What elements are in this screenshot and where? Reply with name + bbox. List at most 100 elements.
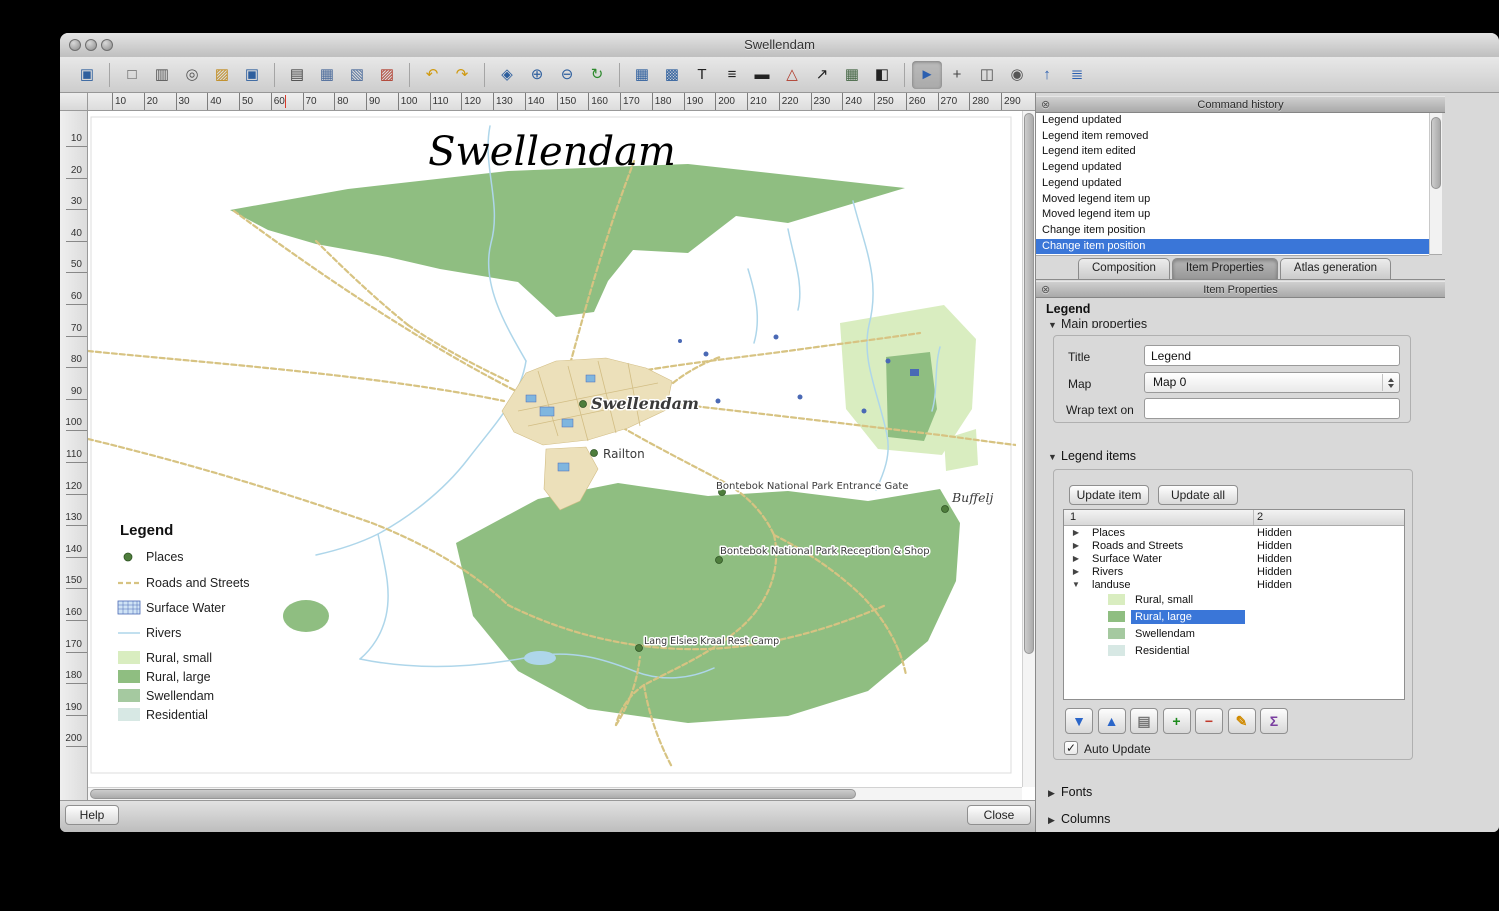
panel-tab[interactable]: Item Properties <box>1172 258 1278 279</box>
main-properties-section-header[interactable]: ▼Main properties <box>1048 317 1147 328</box>
zoom-out-button[interactable]: ⊖ <box>552 61 582 89</box>
expander-icon[interactable]: ▶ <box>1070 567 1082 576</box>
legend-tree-row[interactable]: Rural, large <box>1064 608 1404 625</box>
command-history-entry[interactable]: Moved legend item up <box>1036 207 1429 223</box>
title-bar[interactable]: Swellendam <box>60 33 1499 58</box>
horizontal-ruler[interactable]: 1020304050607080901001101201301401501601… <box>88 93 1035 111</box>
raise-items-button[interactable]: ↑ <box>1032 61 1062 89</box>
tree-rows: ▶ Places Hidden ▶ Roads and Streets Hidd… <box>1064 526 1404 659</box>
columns-label: Columns <box>1061 812 1110 826</box>
refresh-view-button[interactable]: ↻ <box>582 61 612 89</box>
export-svg-button[interactable]: ▧ <box>342 61 372 89</box>
add-shape-button[interactable]: △ <box>777 61 807 89</box>
ruler-mark: 180 <box>652 93 684 110</box>
export-image-button[interactable]: ▦ <box>312 61 342 89</box>
stepper-arrows-icon[interactable] <box>1382 374 1398 391</box>
group-items-button[interactable]: ◫ <box>972 61 1002 89</box>
canvas-vertical-scrollbar[interactable] <box>1022 111 1035 787</box>
panel-tab[interactable]: Atlas generation <box>1280 258 1391 279</box>
legend-tree-row[interactable]: Residential <box>1064 642 1404 659</box>
zoom-full-button[interactable]: ◈ <box>492 61 522 89</box>
duplicate-composition-button[interactable]: ▥ <box>147 61 177 89</box>
legend-title-input[interactable] <box>1144 345 1400 366</box>
close-panel-icon[interactable]: ⊗ <box>1041 98 1050 112</box>
help-button[interactable]: Help <box>65 805 119 825</box>
expanded-triangle-icon: ▼ <box>1048 317 1061 328</box>
add-group-button[interactable]: ▤ <box>1130 708 1158 734</box>
panel-tab[interactable]: Composition <box>1078 258 1170 279</box>
count-features-button[interactable]: Σ <box>1260 708 1288 734</box>
add-scalebar-button[interactable]: ▬ <box>747 61 777 89</box>
command-history-entry[interactable]: Legend updated <box>1036 113 1429 129</box>
legend-tree-row[interactable]: ▼ landuse Hidden <box>1064 578 1404 591</box>
undo-button[interactable]: ↶ <box>417 61 447 89</box>
ruler-mark: 160 <box>588 93 620 110</box>
save-project-button[interactable]: ▣ <box>72 61 102 89</box>
legend-tree-row[interactable]: ▶ Places Hidden <box>1064 526 1404 539</box>
columns-section-header[interactable]: ▶Columns <box>1048 812 1110 826</box>
command-history-entry[interactable]: Moved legend item up <box>1036 192 1429 208</box>
legend-tree-row[interactable]: ▶ Rivers Hidden <box>1064 565 1404 578</box>
expander-icon[interactable]: ▶ <box>1070 554 1082 563</box>
add-item-button[interactable]: + <box>1163 708 1191 734</box>
lock-items-button[interactable]: ◉ <box>1002 61 1032 89</box>
command-history-entry[interactable]: Legend item edited <box>1036 144 1429 160</box>
update-all-button[interactable]: Update all <box>1158 485 1238 505</box>
remove-item-button[interactable]: − <box>1195 708 1223 734</box>
close-panel-icon[interactable]: ⊗ <box>1041 283 1050 297</box>
map-item[interactable]: Swellendam Swellendam Railton Bontebok N… <box>88 111 1016 779</box>
add-html-frame-button[interactable]: ◧ <box>867 61 897 89</box>
legend-tree-row[interactable]: Rural, small <box>1064 591 1404 608</box>
edit-item-button[interactable]: ✎ <box>1228 708 1256 734</box>
load-template-button[interactable]: ▨ <box>207 61 237 89</box>
legend-item-down-button[interactable]: ▼ <box>1065 708 1093 734</box>
close-button[interactable]: Close <box>967 805 1031 825</box>
command-history-scrollbar[interactable] <box>1429 113 1442 255</box>
layer-visibility: Hidden <box>1257 553 1292 565</box>
move-item-content-button[interactable]: + <box>942 61 972 89</box>
add-label-button[interactable]: T <box>687 61 717 89</box>
legend-tree-row[interactable]: Swellendam <box>1064 625 1404 642</box>
add-legend-button[interactable]: ≡ <box>717 61 747 89</box>
save-template-button[interactable]: ▣ <box>237 61 267 89</box>
expander-icon[interactable]: ▼ <box>1070 580 1082 589</box>
map-legend-item[interactable]: Legend Places Roads and Streets Surface … <box>118 522 250 722</box>
auto-update-checkbox[interactable]: ✓ <box>1064 741 1078 755</box>
expander-icon[interactable]: ▶ <box>1070 528 1082 537</box>
vertical-ruler[interactable]: 1020304050607080901001101201301401501601… <box>60 111 88 800</box>
scrollbar-thumb[interactable] <box>1431 117 1441 189</box>
wrap-text-input[interactable] <box>1144 398 1400 419</box>
new-composition-button[interactable]: □ <box>117 61 147 89</box>
select-move-item-button[interactable]: ► <box>912 61 942 89</box>
legend-tree-row[interactable]: ▶ Roads and Streets Hidden <box>1064 539 1404 552</box>
scrollbar-thumb[interactable] <box>1024 113 1034 654</box>
canvas-horizontal-scrollbar[interactable] <box>88 787 1022 800</box>
print-button[interactable]: ▤ <box>282 61 312 89</box>
update-item-button[interactable]: Update item <box>1069 485 1149 505</box>
legend-items-section-header[interactable]: ▼Legend items <box>1048 449 1136 463</box>
command-history-entry[interactable]: Change item position <box>1036 223 1429 239</box>
add-map-button[interactable]: ▦ <box>627 61 657 89</box>
zoom-in-button[interactable]: ⊕ <box>522 61 552 89</box>
align-items-button[interactable]: ≣ <box>1062 61 1092 89</box>
add-arrow-button[interactable]: ↗ <box>807 61 837 89</box>
add-attribute-table-button[interactable]: ▦ <box>837 61 867 89</box>
add-image-button[interactable]: ▩ <box>657 61 687 89</box>
legend-item-up-button[interactable]: ▲ <box>1098 708 1126 734</box>
command-history-entry[interactable]: Legend updated <box>1036 160 1429 176</box>
composer-canvas[interactable]: Swellendam Swellendam Railton Bontebok N… <box>88 111 1035 800</box>
right-panel: ⊗ Command history Legend updated Legend … <box>1035 93 1499 832</box>
fonts-section-header[interactable]: ▶Fonts <box>1048 785 1092 799</box>
ruler-mark: 30 <box>60 196 87 228</box>
toolbar-icon: ↷ <box>456 67 469 82</box>
map-select[interactable]: Map 0 <box>1144 372 1400 393</box>
legend-tree-row[interactable]: ▶ Surface Water Hidden <box>1064 552 1404 565</box>
export-pdf-button[interactable]: ▨ <box>372 61 402 89</box>
scrollbar-thumb[interactable] <box>90 789 856 799</box>
composition-manager-button[interactable]: ◎ <box>177 61 207 89</box>
redo-button[interactable]: ↷ <box>447 61 477 89</box>
command-history-entry[interactable]: Change item position <box>1036 239 1429 255</box>
expander-icon[interactable]: ▶ <box>1070 541 1082 550</box>
command-history-entry[interactable]: Legend item removed <box>1036 129 1429 145</box>
command-history-entry[interactable]: Legend updated <box>1036 176 1429 192</box>
